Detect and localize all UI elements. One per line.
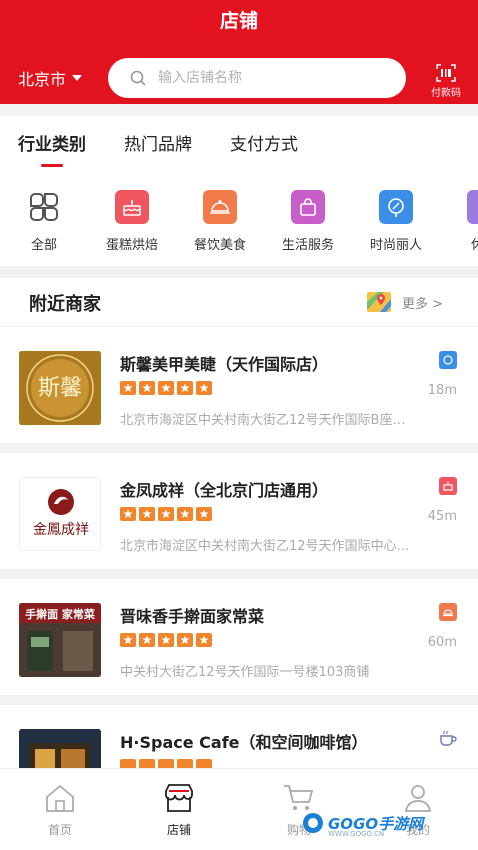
city-label: 北京市 <box>18 70 67 89</box>
separator <box>0 443 478 453</box>
rating-stars <box>120 381 212 395</box>
merchant-thumbnail: 斯馨 <box>19 351 101 425</box>
merchant-logo-text: 斯馨 <box>38 376 82 401</box>
section-title: 附近商家 <box>29 294 101 315</box>
page-title: 店铺 <box>219 10 258 32</box>
merchant-card[interactable]: 斯馨 斯馨美甲美睫（天作国际店） 18m 北京市海淀区中关村南大街乙12号天作国… <box>0 327 478 443</box>
category-label: 时尚丽人 <box>369 238 422 253</box>
category-label: 休闲 <box>470 238 478 253</box>
star-icon <box>158 381 174 395</box>
star-icon <box>177 507 193 521</box>
star-icon <box>139 381 155 395</box>
search-input[interactable] <box>158 70 358 86</box>
separator <box>0 695 478 705</box>
header: 店铺 北京市 付款码 <box>0 0 478 104</box>
cake-icon <box>439 477 457 495</box>
category-food[interactable]: 餐饮美食 <box>180 190 260 253</box>
merchant-card[interactable]: 金鳳成祥 金凤成祥（全北京门店通用） 45m 北京市海淀区中关村南大街乙12号天… <box>0 453 478 569</box>
leisure-icon <box>467 190 478 224</box>
paycode-button[interactable]: 付款码 <box>426 64 466 99</box>
star-icon <box>120 507 136 521</box>
more-link[interactable]: 更多 > <box>366 290 443 314</box>
paycode-label: 付款码 <box>431 88 461 99</box>
merchant-thumbnail: 手擀面 家常菜 <box>19 603 101 677</box>
store-page: 店铺 北京市 付款码 行业类别 热门品牌 支付方式 全部 <box>0 0 478 850</box>
star-icon <box>177 381 193 395</box>
category-label: 蛋糕烘焙 <box>105 238 158 253</box>
mirror-icon <box>439 351 457 369</box>
home-icon <box>46 784 74 812</box>
nav-home[interactable]: 首页 <box>20 783 100 838</box>
watermark-logo: GOGO手游网 WWW.GOGO.CN <box>302 812 423 838</box>
star-icon <box>158 633 174 647</box>
star-icon <box>158 507 174 521</box>
category-label: 生活服务 <box>281 238 334 253</box>
search-icon <box>130 70 146 86</box>
bag-icon <box>291 190 325 224</box>
star-icon <box>196 381 212 395</box>
merchant-distance: 45m <box>427 509 457 524</box>
qrcode-icon <box>436 64 456 82</box>
store-icon <box>165 784 193 812</box>
merchant-name: H·Space Cafe（和空间咖啡馆） <box>120 733 368 752</box>
category-panel: 行业类别 热门品牌 支付方式 全部 蛋糕烘焙 餐饮美食 生活服务 时尚丽人 休 <box>0 116 478 266</box>
map-icon <box>367 292 391 312</box>
cart-icon <box>284 785 314 810</box>
nav-store[interactable]: 店铺 <box>139 783 219 838</box>
tab-industry[interactable]: 行业类别 <box>18 130 86 161</box>
merchant-address: 北京市海淀区中关村南大街乙12号天作国际B座… <box>120 413 406 428</box>
coffee-icon <box>439 729 457 747</box>
category-life-service[interactable]: 生活服务 <box>268 190 348 253</box>
merchant-address: 北京市海淀区中关村南大街乙12号天作国际中心… <box>120 539 410 554</box>
category-label: 餐饮美食 <box>193 238 246 253</box>
more-label: 更多 > <box>402 296 444 312</box>
star-icon <box>120 381 136 395</box>
merchant-thumbnail: 金鳳成祥 <box>19 477 101 551</box>
food-cover-icon <box>203 190 237 224</box>
category-cake[interactable]: 蛋糕烘焙 <box>92 190 172 253</box>
star-icon <box>196 507 212 521</box>
merchant-card[interactable]: 手擀面 家常菜 晋味香手擀面家常菜 60m 中关村大街乙12号天作国际一号楼10… <box>0 579 478 695</box>
gamepad-icon <box>303 813 323 833</box>
merchant-name: 晋味香手擀面家常菜 <box>120 607 265 626</box>
star-icon <box>120 633 136 647</box>
nearby-merchants: 附近商家 更多 > 斯馨 斯馨美甲美睫（天作国际店） 18m 北京市海淀区中关村… <box>0 278 478 778</box>
nav-label: 首页 <box>47 823 72 837</box>
watermark-sub: WWW.GOGO.CN <box>328 830 385 838</box>
merchant-name: 金凤成祥（全北京门店通用） <box>120 481 329 500</box>
merchant-name: 斯馨美甲美睫（天作国际店） <box>120 355 329 374</box>
tab-hot-brands[interactable]: 热门品牌 <box>124 130 192 161</box>
user-icon <box>404 785 432 812</box>
city-selector[interactable]: 北京市 <box>18 66 83 90</box>
cake-icon <box>115 190 149 224</box>
merchant-distance: 18m <box>427 383 457 398</box>
merchant-distance: 60m <box>427 635 457 650</box>
category-tabs: 行业类别 热门品牌 支付方式 <box>18 130 298 161</box>
tab-payment[interactable]: 支付方式 <box>230 130 298 161</box>
grid-icon <box>27 190 61 224</box>
category-list: 全部 蛋糕烘焙 餐饮美食 生活服务 时尚丽人 休 <box>0 190 478 260</box>
category-fashion[interactable]: 时尚丽人 <box>356 190 436 253</box>
nav-label: 店铺 <box>166 823 191 837</box>
chevron-down-icon <box>72 75 83 81</box>
rating-stars <box>120 633 212 647</box>
star-icon <box>139 633 155 647</box>
merchant-logo-text: 金鳳成祥 <box>33 522 89 538</box>
category-label: 全部 <box>30 238 57 253</box>
star-icon <box>139 507 155 521</box>
star-icon <box>177 633 193 647</box>
merchant-logo-text: 手擀面 家常菜 <box>25 607 96 621</box>
mirror-icon <box>379 190 413 224</box>
category-leisure[interactable]: 休闲 <box>444 190 478 253</box>
category-all[interactable]: 全部 <box>4 190 84 253</box>
food-cover-icon <box>439 603 457 621</box>
separator <box>0 569 478 579</box>
rating-stars <box>120 507 212 521</box>
star-icon <box>196 633 212 647</box>
search-bar[interactable] <box>108 58 406 98</box>
bottom-nav: 首页 店铺 购物 我的 <box>0 768 478 850</box>
merchant-address: 中关村大街乙12号天作国际一号楼103商铺 <box>120 665 370 680</box>
